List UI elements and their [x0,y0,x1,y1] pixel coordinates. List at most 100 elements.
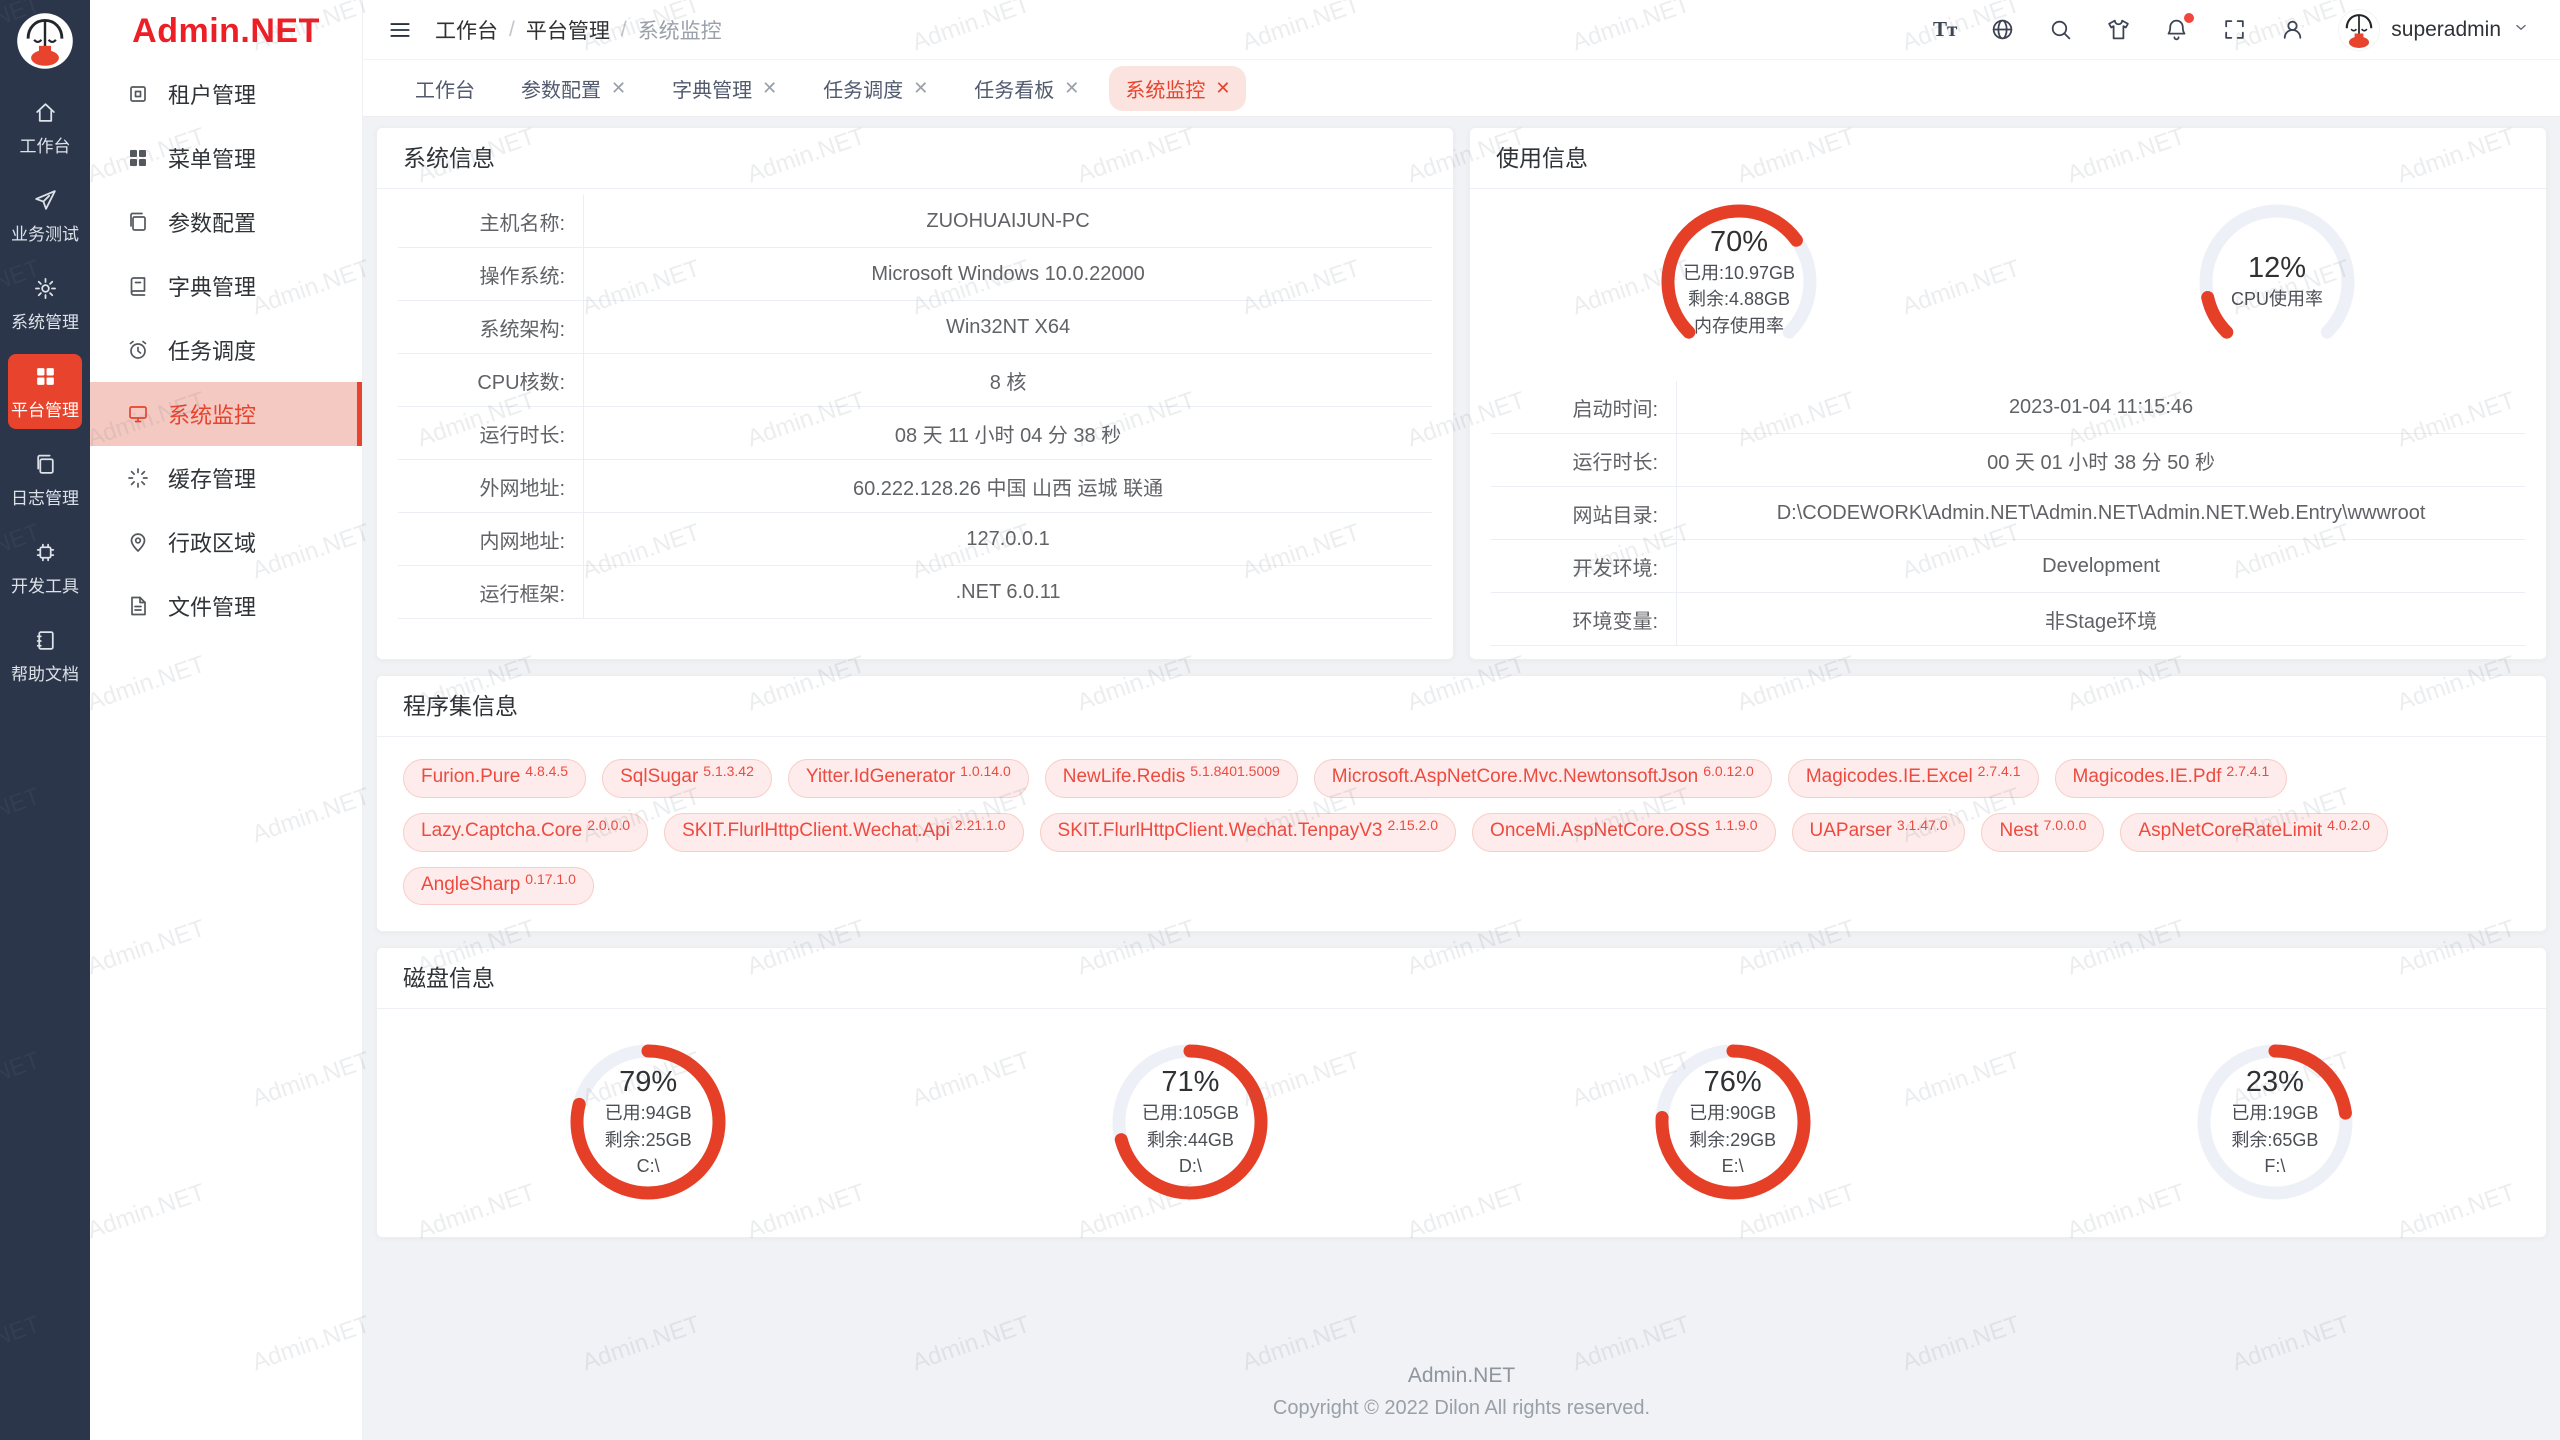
gauge-percent: 76% [1704,1066,1762,1099]
dict-icon [126,274,150,298]
rail-item-workbench[interactable]: 工作台 [8,90,82,165]
info-value: .NET 6.0.11 [584,566,1432,618]
user-menu[interactable]: superadmin [2338,9,2530,51]
doc-icon [126,594,150,618]
assembly-version: 5.1.8401.5009 [1190,763,1280,780]
rail-item-help-docs[interactable]: 帮助文档 [8,618,82,693]
tab-系统监控[interactable]: 系统监控✕ [1109,66,1246,111]
sidebar-item-task[interactable]: 任务调度 [90,318,362,382]
alarm-icon [126,338,150,362]
info-label: 运行时长: [398,407,584,459]
assembly-version: 1.0.14.0 [960,763,1011,780]
assembly-name: SqlSugar [620,766,698,789]
info-row: 系统架构:Win32NT X64 [398,301,1432,354]
rail-item-log-mgmt[interactable]: 日志管理 [8,442,82,517]
info-value: Microsoft Windows 10.0.22000 [584,248,1432,300]
assembly-tag: SKIT.FlurlHttpClient.Wechat.Api 2.21.1.0 [664,813,1023,852]
user-icon[interactable] [2280,17,2305,42]
breadcrumb-item-platform[interactable]: 平台管理 [526,15,610,45]
sidebar-item-monitor[interactable]: 系统监控 [90,382,362,446]
menu-collapse-icon[interactable] [387,17,413,43]
sidebar-item-file[interactable]: 文件管理 [90,574,362,638]
gauge-line: D:\ [1179,1154,1202,1178]
sidebar-item-label: 行政区域 [168,526,256,558]
rail-item-label: 工作台 [20,132,71,157]
info-label: 内网地址: [398,513,584,565]
language-icon[interactable] [1990,17,2015,42]
assembly-name: UAParser [1810,820,1892,843]
assembly-tag: AngleSharp0.17.1.0 [403,867,594,906]
location-icon [126,530,150,554]
notebook-icon [33,628,58,653]
assembly-name: Magicodes.IE.Pdf [2073,766,2222,789]
info-row: 运行时长:08 天 11 小时 04 分 38 秒 [398,407,1432,460]
assembly-tag: Yitter.IdGenerator1.0.14.0 [788,759,1029,798]
assembly-tag: NewLife.Redis5.1.8401.5009 [1045,759,1298,798]
notification-icon[interactable] [2164,17,2189,42]
tab-close-icon[interactable]: ✕ [762,79,777,97]
sidebar-item-label: 缓存管理 [168,462,256,494]
info-row: 内网地址:127.0.0.1 [398,513,1432,566]
fullscreen-icon[interactable] [2222,17,2247,42]
assembly-name: Nest [1999,820,2038,843]
tab-close-icon[interactable]: ✕ [1215,79,1230,97]
tenant-icon [126,82,150,106]
tab-任务调度[interactable]: 任务调度✕ [807,66,944,111]
rail-item-label: 平台管理 [11,396,79,421]
main-area: 工作台 / 平台管理 / 系统监控 Tтsuperadmin 工作台参数配置✕字… [363,0,2560,1440]
info-row: 开发环境:Development [1491,540,2525,593]
tab-close-icon[interactable]: ✕ [1064,79,1079,97]
assembly-tag: SKIT.FlurlHttpClient.Wechat.TenpayV32.15… [1040,813,1457,852]
sidebar-item-tenant[interactable]: 租户管理 [90,62,362,126]
tab-参数配置[interactable]: 参数配置✕ [505,66,642,111]
tab-close-icon[interactable]: ✕ [611,79,626,97]
rail-item-platform-mgmt[interactable]: 平台管理 [8,354,82,429]
sidebar-item-dict[interactable]: 字典管理 [90,254,362,318]
rail-item-label: 开发工具 [11,572,79,597]
sidebar-item-region[interactable]: 行政区域 [90,510,362,574]
search-icon[interactable] [2048,17,2073,42]
system-info-title: 系统信息 [377,128,1453,189]
admin-dashboard: 工作台业务测试系统管理平台管理日志管理开发工具帮助文档 Admin.NET 租户… [0,0,2560,1440]
assembly-version: 7.0.0.0 [2044,817,2087,834]
sidebar-item-label: 任务调度 [168,334,256,366]
gauge-line: 已用:94GB [605,1101,692,1125]
font-size-icon[interactable]: Tт [1933,17,1957,42]
rail-item-dev-tools[interactable]: 开发工具 [8,530,82,605]
assembly-tag: Nest 7.0.0.0 [1981,813,2104,852]
tab-工作台[interactable]: 工作台 [399,66,491,111]
gauge-percent: 23% [2246,1066,2304,1099]
info-value: 60.222.128.26 中国 山西 运城 联通 [584,460,1432,512]
sidebar-item-param[interactable]: 参数配置 [90,190,362,254]
rail-item-label: 业务测试 [11,220,79,245]
assembly-version: 2.21.1.0 [955,817,1006,834]
tab-任务看板[interactable]: 任务看板✕ [958,66,1095,111]
cpu-usage-gauge: 12%CPU使用率 [2192,197,2362,367]
sidebar-item-label: 租户管理 [168,78,256,110]
sidebar-item-cache[interactable]: 缓存管理 [90,446,362,510]
info-row: 网站目录:D:\CODEWORK\Admin.NET\Admin.NET\Adm… [1491,487,2525,540]
disk-gauge-0: 79%已用:94GB剩余:25GBC:\ [563,1037,733,1207]
assembly-name: SKIT.FlurlHttpClient.Wechat.Api [682,820,950,843]
disks-card: 磁盘信息 79%已用:94GB剩余:25GBC:\71%已用:105GB剩余:4… [376,947,2547,1238]
info-label: 操作系统: [398,248,584,300]
info-label: 启动时间: [1491,381,1677,433]
gauge-line: CPU使用率 [2231,287,2323,311]
tab-字典管理[interactable]: 字典管理✕ [656,66,793,111]
tab-close-icon[interactable]: ✕ [913,79,928,97]
disk-gauge-2: 76%已用:90GB剩余:29GBE:\ [1648,1037,1818,1207]
home-icon [33,100,58,125]
theme-icon[interactable] [2106,17,2131,42]
assembly-version: 0.17.1.0 [525,871,576,888]
gauge-line: 剩余:4.88GB [1688,287,1790,311]
info-row: 启动时间:2023-01-04 11:15:46 [1491,381,2525,434]
breadcrumb-item-workbench[interactable]: 工作台 [435,15,498,45]
sidebar-item-menu[interactable]: 菜单管理 [90,126,362,190]
info-label: 外网地址: [398,460,584,512]
spinner-icon [126,466,150,490]
info-row: 外网地址:60.222.128.26 中国 山西 运城 联通 [398,460,1432,513]
rail-item-biz-test[interactable]: 业务测试 [8,178,82,253]
app-logo[interactable] [16,12,74,70]
rail-item-sys-mgmt[interactable]: 系统管理 [8,266,82,341]
rail-item-label: 系统管理 [11,308,79,333]
